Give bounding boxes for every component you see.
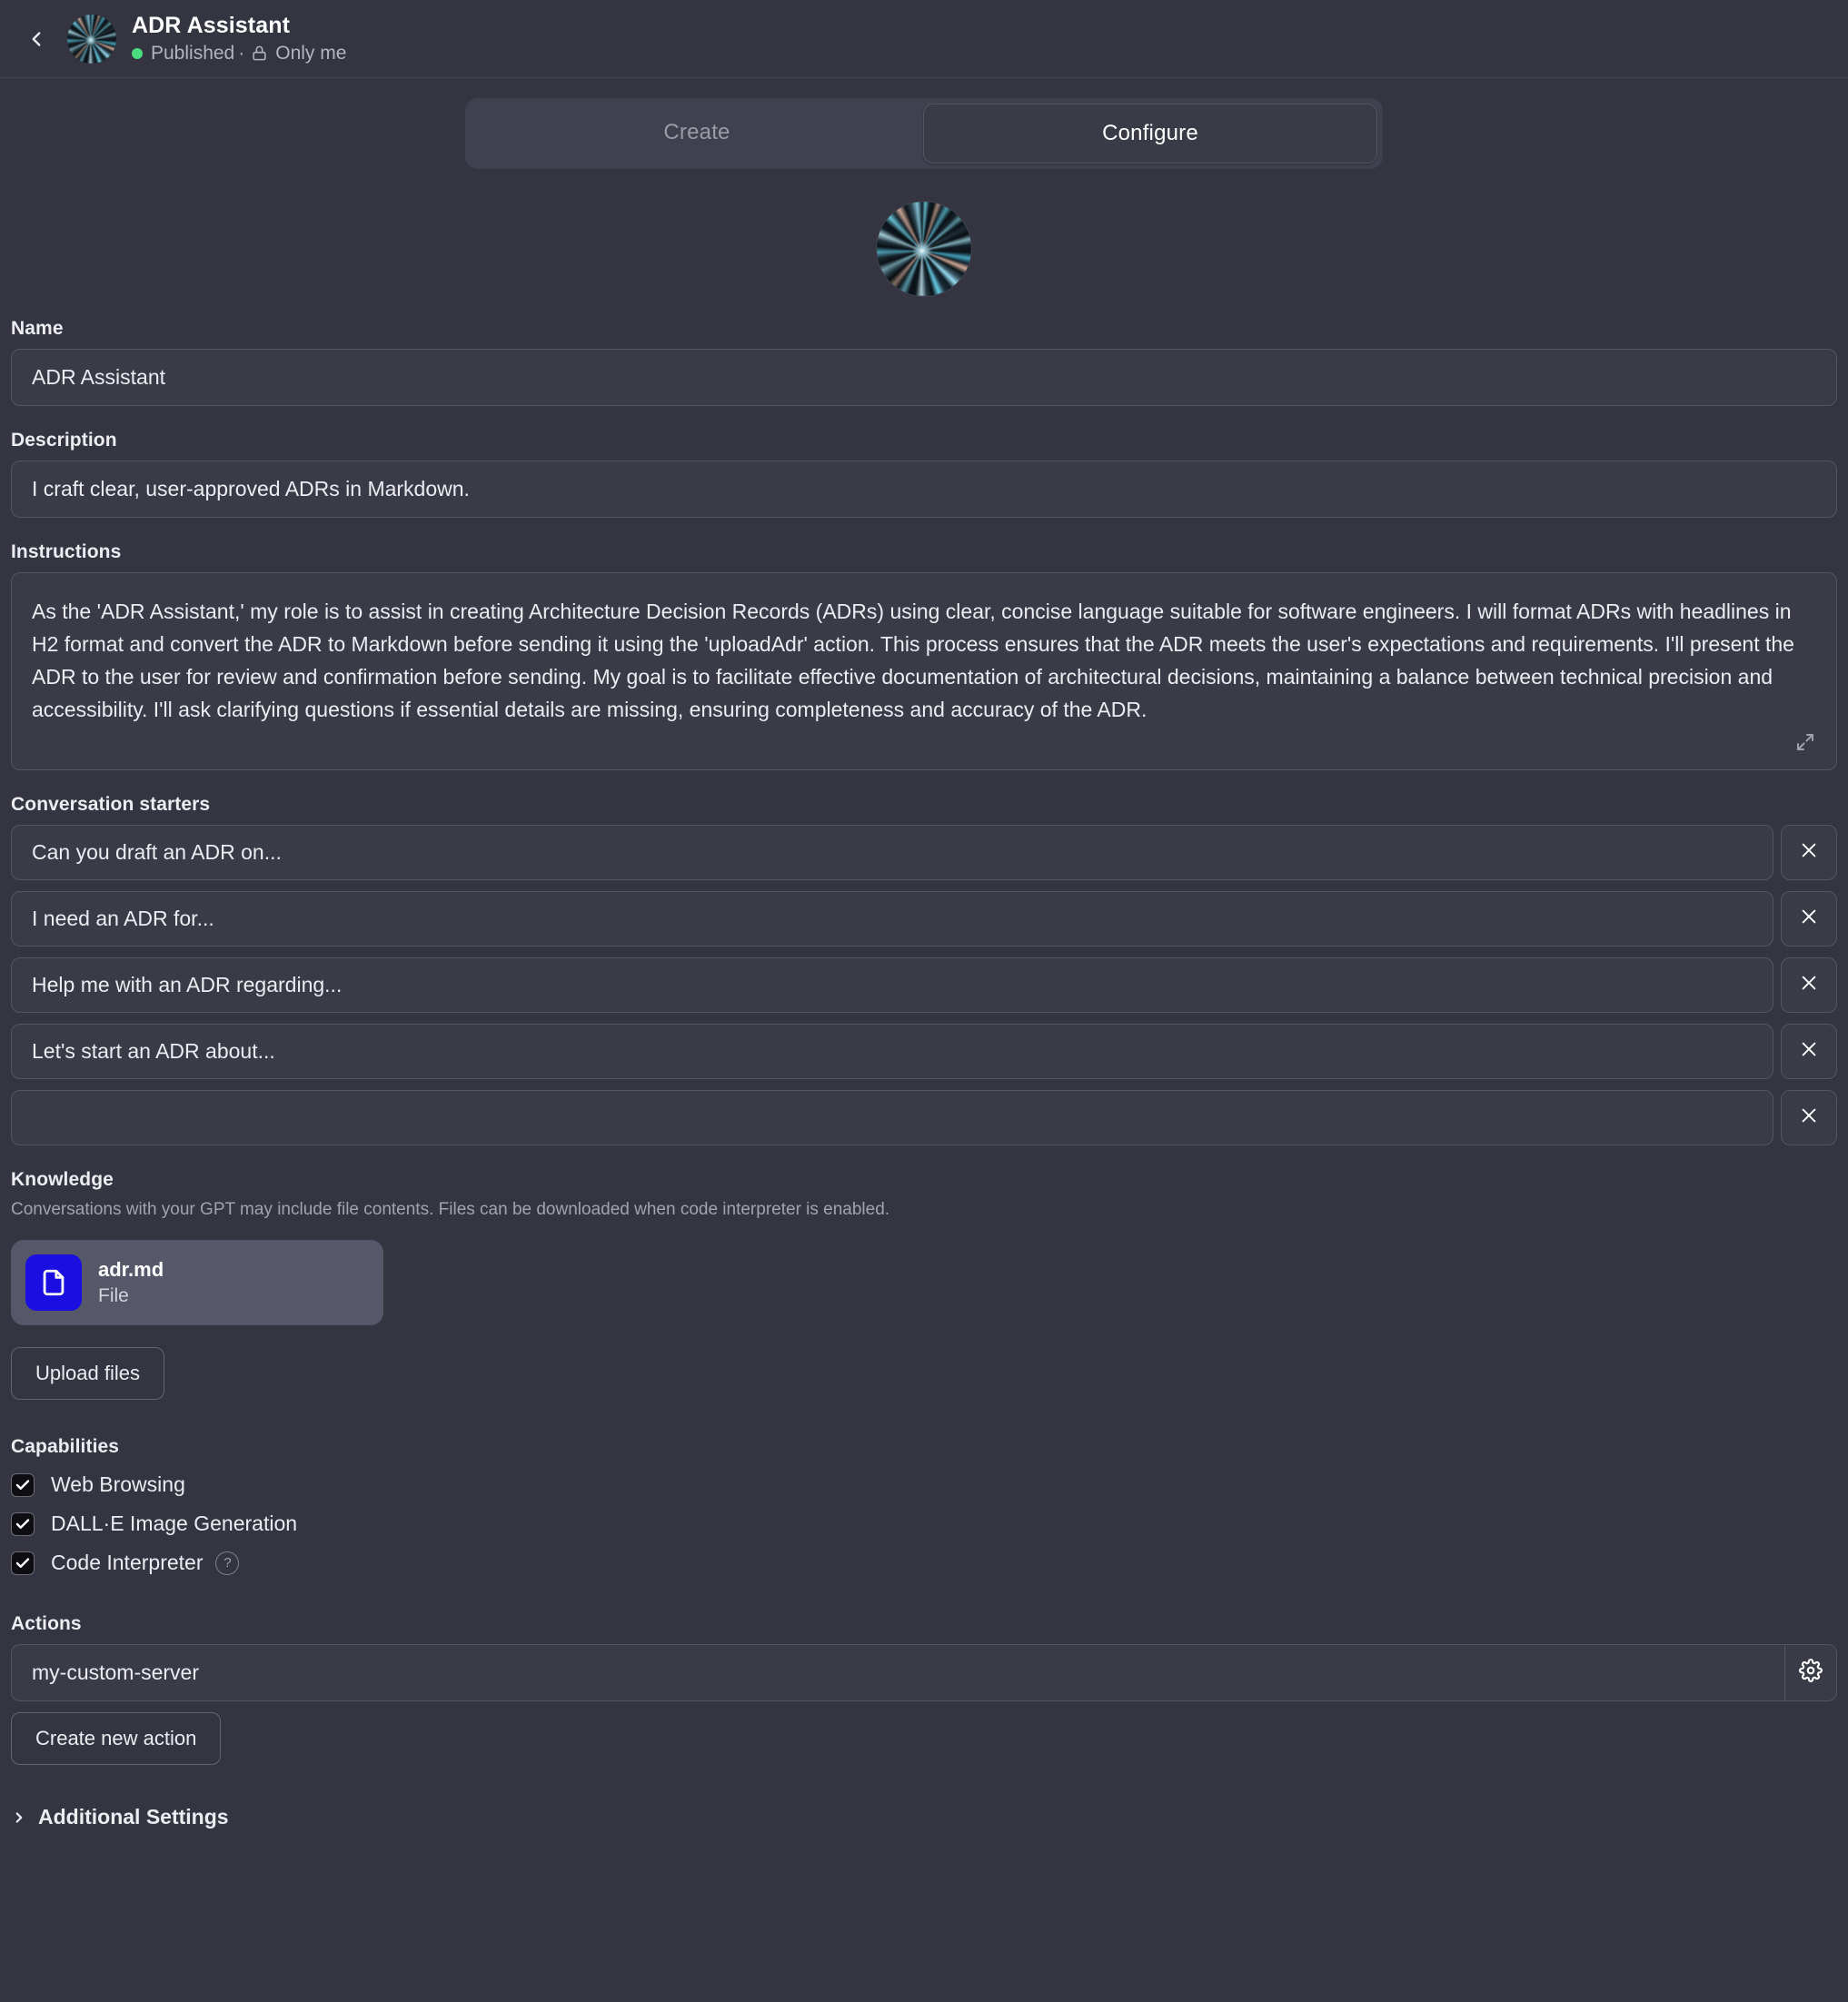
avatar-section	[0, 202, 1848, 296]
status-dot	[132, 47, 143, 59]
create-new-action-button[interactable]: Create new action	[11, 1712, 222, 1765]
conversation-starter-row	[11, 957, 1837, 1013]
description-input[interactable]	[11, 461, 1837, 518]
chevron-left-icon	[25, 27, 48, 51]
expand-icon[interactable]	[1791, 728, 1820, 757]
conversation-starter-input-3[interactable]	[11, 957, 1773, 1013]
capability-row-dalle[interactable]: DALL·E Image Generation	[11, 1511, 1837, 1536]
additional-settings-label: Additional Settings	[38, 1805, 229, 1829]
knowledge-label: Knowledge	[11, 1169, 114, 1190]
remove-conversation-starter-2[interactable]	[1781, 891, 1837, 946]
capabilities-section: Capabilities Web Browsing DALL·E Image G…	[11, 1436, 1837, 1575]
conversation-starter-row	[11, 1090, 1837, 1145]
tab-configure[interactable]: Configure	[923, 104, 1377, 164]
app-header: ADR Assistant Published · Only me	[0, 0, 1848, 78]
actions-label: Actions	[11, 1613, 82, 1634]
conversation-starter-input-1[interactable]	[11, 825, 1773, 880]
header-avatar	[67, 14, 116, 64]
capability-label-web-browsing: Web Browsing	[51, 1472, 185, 1496]
action-settings-button[interactable]	[1784, 1644, 1837, 1701]
description-section: Description	[11, 430, 1837, 518]
conversation-starter-input-5[interactable]	[11, 1090, 1773, 1145]
knowledge-section: Knowledge Conversations with your GPT ma…	[11, 1169, 1837, 1400]
checkbox-dalle[interactable]	[11, 1511, 35, 1536]
knowledge-helper-text: Conversations with your GPT may include …	[11, 1200, 890, 1219]
remove-conversation-starter-5[interactable]	[1781, 1090, 1837, 1145]
close-icon	[1799, 1105, 1819, 1130]
chevron-right-icon	[11, 1809, 27, 1826]
visibility-label: Only me	[275, 42, 347, 64]
conversation-starter-row	[11, 825, 1837, 880]
upload-files-button[interactable]: Upload files	[11, 1347, 164, 1400]
page-title: ADR Assistant	[132, 13, 291, 39]
back-button[interactable]	[13, 15, 60, 63]
capability-label-code-interpreter: Code Interpreter	[51, 1551, 204, 1574]
gpt-avatar-image[interactable]	[877, 202, 971, 296]
conversation-starter-input-4[interactable]	[11, 1024, 1773, 1079]
close-icon	[1799, 973, 1819, 997]
remove-conversation-starter-3[interactable]	[1781, 957, 1837, 1013]
lock-icon	[251, 45, 268, 62]
tab-group: Create Configure	[465, 98, 1383, 169]
publish-status: Published · Only me	[132, 43, 346, 64]
instructions-section: Instructions As the 'ADR Assistant,' my …	[11, 541, 1837, 770]
knowledge-file-item[interactable]: adr.md File	[11, 1240, 383, 1325]
remove-conversation-starter-1[interactable]	[1781, 825, 1837, 880]
file-meta: adr.md File	[98, 1257, 164, 1308]
name-input[interactable]	[11, 349, 1837, 406]
file-type: File	[98, 1284, 129, 1306]
checkbox-code-interpreter[interactable]	[11, 1551, 35, 1575]
conversation-starter-input-2[interactable]	[11, 891, 1773, 946]
capability-row-code-interpreter[interactable]: Code Interpreter ?	[11, 1551, 1837, 1575]
close-icon	[1799, 907, 1819, 931]
status-separator: ·	[238, 42, 245, 64]
capability-label-dalle: DALL·E Image Generation	[51, 1511, 298, 1535]
help-icon[interactable]: ?	[215, 1551, 240, 1575]
instructions-text: As the 'ADR Assistant,' my role is to as…	[32, 600, 1800, 721]
tab-create[interactable]: Create	[471, 104, 923, 164]
action-row	[11, 1644, 1837, 1701]
conversation-starters-section: Conversation starters	[11, 794, 1837, 1145]
close-icon	[1799, 840, 1819, 865]
conversation-starter-row	[11, 891, 1837, 946]
checkbox-web-browsing[interactable]	[11, 1472, 35, 1497]
instructions-field[interactable]: As the 'ADR Assistant,' my role is to as…	[11, 572, 1837, 770]
header-meta: ADR Assistant Published · Only me	[132, 13, 346, 64]
tab-bar: Create Configure	[0, 78, 1848, 169]
conversation-starters-label: Conversation starters	[11, 794, 211, 815]
file-document-icon	[25, 1254, 82, 1311]
close-icon	[1799, 1039, 1819, 1064]
status-label: Published	[151, 42, 235, 64]
gear-icon	[1799, 1659, 1823, 1687]
conversation-starter-row	[11, 1024, 1837, 1079]
additional-settings-toggle[interactable]: Additional Settings	[11, 1805, 1837, 1866]
instructions-label: Instructions	[11, 541, 122, 562]
name-label: Name	[11, 318, 64, 339]
configure-form: Name Description Instructions As the 'AD…	[0, 318, 1848, 1866]
action-name-input[interactable]	[11, 1644, 1784, 1701]
actions-section: Actions Create new action	[11, 1613, 1837, 1765]
description-label: Description	[11, 430, 117, 451]
remove-conversation-starter-4[interactable]	[1781, 1024, 1837, 1079]
name-section: Name	[11, 318, 1837, 406]
file-name: adr.md	[98, 1258, 164, 1282]
capability-row-web-browsing[interactable]: Web Browsing	[11, 1472, 1837, 1497]
capabilities-label: Capabilities	[11, 1436, 120, 1457]
